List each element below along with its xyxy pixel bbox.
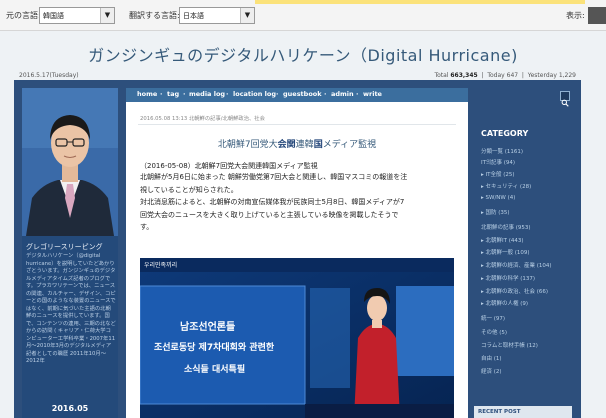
category-item[interactable]: IT의記事 (94) bbox=[481, 158, 515, 166]
category-title: CATEGORY bbox=[481, 129, 529, 138]
nav-admin[interactable]: admin bbox=[331, 90, 354, 98]
today-count: 647 bbox=[506, 72, 519, 79]
category-item[interactable]: ▸ SW/NW (4) bbox=[481, 195, 515, 201]
title-part: 連韓 bbox=[295, 140, 314, 150]
show-label: 表示: bbox=[566, 11, 585, 20]
recent-post-header: RECENT POST bbox=[474, 406, 572, 418]
category-item[interactable]: ▸ セキュリティ (28) bbox=[481, 182, 531, 190]
video-caption: 조선로동당 제7차대회와 관련한 bbox=[154, 343, 275, 353]
category-item[interactable]: 経済 (2) bbox=[481, 367, 502, 375]
video-screenshot[interactable]: 우리민족끼리 남조선언론들 조선로동당 제7차대회와 관련한 소식들 대서특필 bbox=[140, 258, 454, 418]
post-body-line: 回党大会のニュースを大きく取り上げていると主張している映像を掲載したそうで bbox=[140, 211, 399, 219]
post-body-line: （2016-05-08）北朝鮮7回党大会関連韓国メディア監視 bbox=[140, 162, 318, 170]
title-part: 北朝鮮7回党大 bbox=[217, 140, 278, 150]
translate-bar: 元の言語: 韓国語 ▼ 翻訳する言語: 日本語 ▼ 表示: bbox=[0, 0, 606, 31]
nav-location-log[interactable]: location log bbox=[233, 90, 276, 98]
search-icon[interactable] bbox=[560, 91, 570, 107]
category-item[interactable]: ▸ 北朝鮮の政治、社会 (66) bbox=[481, 287, 548, 295]
video-logo: 우리민족끼리 bbox=[144, 262, 178, 269]
archive-year[interactable]: 2016.05 bbox=[22, 404, 118, 413]
title-part: 会関 bbox=[277, 140, 296, 150]
source-language-select[interactable]: 韓国語 ▼ bbox=[39, 7, 115, 24]
post-body-line: す。 bbox=[140, 223, 154, 231]
yesterday-label: Yesterday bbox=[527, 72, 557, 79]
divider bbox=[138, 124, 456, 125]
category-item[interactable]: 統一 (97) bbox=[481, 314, 505, 322]
nav-home[interactable]: home bbox=[137, 90, 157, 98]
show-original-button[interactable] bbox=[588, 7, 606, 24]
category-item[interactable]: 北朝鮮の記事 (953) bbox=[481, 223, 531, 231]
category-item[interactable]: ▸ 北朝鮮IT (443) bbox=[481, 236, 524, 244]
profile-description: デジタルハリケーン（@digital hurricane）を説明していたどあかり… bbox=[26, 253, 116, 364]
target-language-value: 日本語 bbox=[183, 12, 204, 20]
nav-guestbook[interactable]: guestbook bbox=[283, 90, 322, 98]
chevron-down-icon: ▼ bbox=[100, 8, 114, 23]
video-caption: 소식들 대서특필 bbox=[184, 365, 246, 375]
yesterday-count: 1,229 bbox=[558, 72, 576, 79]
category-item[interactable]: 分類一覧 (1161) bbox=[481, 147, 523, 155]
recent-post-title: RECENT POST bbox=[478, 409, 521, 415]
source-language-label: 元の言語: bbox=[6, 11, 41, 20]
visitor-stats: Total 663,345 | Today 647 | Yesterday 1,… bbox=[434, 72, 576, 79]
profile-name[interactable]: グレゴリースリーピング bbox=[26, 242, 103, 252]
chevron-down-icon: ▼ bbox=[240, 8, 254, 23]
nav-tag[interactable]: tag bbox=[167, 90, 179, 98]
notification-strip bbox=[255, 0, 585, 4]
video-caption: 남조선언론들 bbox=[180, 322, 236, 333]
total-count: 663,345 bbox=[450, 72, 478, 79]
post-body-line: 北朝鮮が5月6日に始まった 朝鮮労働党第7回大会と関連し、韓国マスコミの報道を注 bbox=[140, 173, 408, 181]
top-nav: home · tag · media log · location log · … bbox=[126, 88, 468, 102]
nav-write[interactable]: write bbox=[363, 90, 382, 98]
post-body-line: 視していることが知らされた。 bbox=[140, 186, 238, 194]
target-language-label: 翻訳する言語: bbox=[129, 11, 180, 20]
category-item[interactable]: ▸ 北朝鮮の科学 (137) bbox=[481, 274, 535, 282]
source-language-value: 韓国語 bbox=[43, 12, 64, 20]
target-language-select[interactable]: 日本語 ▼ bbox=[179, 7, 255, 24]
today-label: Today bbox=[487, 72, 505, 79]
category-item[interactable]: ▸ IT全般 (25) bbox=[481, 170, 515, 178]
site-title[interactable]: ガンジンギュのデジタルハリケーン（Digital Hurricane) bbox=[0, 42, 606, 66]
category-item[interactable]: ▸ 北朝鮮の経済、産業 (104) bbox=[481, 261, 552, 269]
category-item[interactable]: ▸ 北朝鮮一般 (109) bbox=[481, 248, 530, 256]
total-label: Total bbox=[434, 72, 449, 79]
post-title[interactable]: 北朝鮮7回党大会関連韓国メディア監視 bbox=[126, 137, 468, 150]
category-item[interactable]: ▸ 北朝鮮の人権 (9) bbox=[481, 299, 528, 307]
category-item[interactable]: コラムと取材手帳 (12) bbox=[481, 341, 538, 349]
category-item[interactable]: その他 (5) bbox=[481, 328, 507, 336]
title-part: メディア監視 bbox=[322, 140, 377, 150]
post-meta[interactable]: 2016.05.08 13:13 北朝鮮の記事/北朝鮮政治、社会 bbox=[140, 114, 265, 122]
date-display: 2016.5.17(Tuesday) bbox=[19, 72, 79, 79]
category-item[interactable]: ▸ 国防 (35) bbox=[481, 208, 510, 216]
nav-media-log[interactable]: media log bbox=[189, 90, 225, 98]
category-item[interactable]: 自由 (1) bbox=[481, 354, 502, 362]
title-part: 国 bbox=[313, 140, 323, 150]
profile-photo bbox=[22, 88, 118, 236]
post-body-line: 対北消息筋によると、北朝鮮の対南宣伝媒体我が民族同士5月8日、韓国メディアが7 bbox=[140, 198, 405, 206]
